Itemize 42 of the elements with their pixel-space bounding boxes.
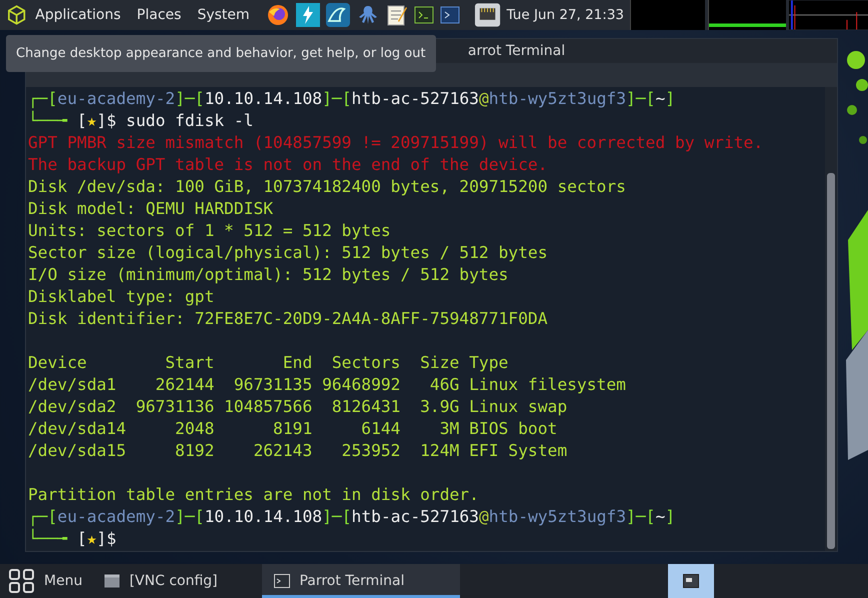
- lightning-icon[interactable]: [296, 3, 320, 27]
- shark-fin-icon[interactable]: [326, 3, 350, 27]
- terminal-line: ┌─[eu-academy-2]─[10.10.14.108]─[htb-ac-527163@htb-wy5zt3ugf3]─[~]: [28, 506, 676, 528]
- terminal-line: /dev/sda2 96731136 104857566 8126431 3.9G Linux swap: [28, 396, 568, 418]
- terminal-line: ┌─[eu-academy-2]─[10.10.14.108]─[htb-ac-527163@htb-wy5zt3ugf3]─[~]: [28, 88, 676, 110]
- terminal-line: Units: sectors of 1 * 512 = 512 bytes: [28, 220, 392, 242]
- grid-icon: [8, 568, 36, 594]
- terminal-line: Disk /dev/sda: 100 GiB, 107374182400 bytes, 209715200 sectors: [28, 176, 627, 198]
- taskbar-window-button[interactable]: Parrot Terminal: [262, 564, 460, 598]
- desktop-icon: [683, 574, 699, 588]
- terminal-icon[interactable]: [414, 6, 434, 24]
- terminal-icon: [274, 574, 290, 588]
- tooltip: Change desktop appearance and behavior, get help, or log out: [6, 35, 436, 72]
- show-desktop-button[interactable]: [668, 564, 714, 598]
- terminal-line: The backup GPT table is not on the end of the device.: [28, 154, 549, 176]
- taskbar-window-button[interactable]: [VNC config]: [92, 564, 262, 598]
- window-title: arrot Terminal: [468, 43, 566, 59]
- terminal-line: /dev/sda1 262144 96731135 96468992 46G Linux filesystem: [28, 374, 627, 396]
- terminal-line: Disk identifier: 72FE8E7C-20D9-2A4A-8AFF-75948771F0DA: [28, 308, 549, 330]
- terminal-line: └──╼ [★]$ sudo fdisk -l: [28, 110, 254, 132]
- terminal-line: └──╼ [★]$: [28, 528, 118, 550]
- terminal-line: GPT PMBR size mismatch (104857599 != 209715199) will be corrected by write.: [28, 132, 764, 154]
- scrollbar[interactable]: [825, 87, 837, 551]
- browser-icon[interactable]: [266, 3, 290, 27]
- notepad-icon[interactable]: [386, 3, 408, 27]
- panel-menu[interactable]: Places: [128, 7, 190, 23]
- terminal-line: Sector size (logical/physical): 512 bytes / 512 bytes: [28, 242, 549, 264]
- powershell-icon[interactable]: [440, 6, 460, 24]
- terminal-line: /dev/sda14 2048 8191 6144 3M BIOS boot: [28, 418, 558, 440]
- terminal-line: I/O size (minimum/optimal): 512 bytes / 512 bytes: [28, 264, 510, 286]
- terminal-line: Partition table entries are not in disk order.: [28, 484, 480, 506]
- panel-menu[interactable]: System: [189, 7, 258, 23]
- network-icon[interactable]: [474, 2, 501, 28]
- terminal-line: Disk model: QEMU HARDDISK: [28, 198, 274, 220]
- clock[interactable]: Tue Jun 27, 21:33: [506, 7, 624, 23]
- window-icon: [104, 574, 120, 588]
- terminal-line: Device Start End Sectors Size Type: [28, 352, 510, 374]
- panel-menu[interactable]: Applications: [27, 7, 129, 23]
- terminal-line: Disklabel type: gpt: [28, 286, 216, 308]
- cube-icon[interactable]: [6, 4, 28, 26]
- menu-button[interactable]: Menu: [6, 564, 92, 598]
- terminal-line: /dev/sda15 8192 262143 253952 124M EFI System: [28, 440, 568, 462]
